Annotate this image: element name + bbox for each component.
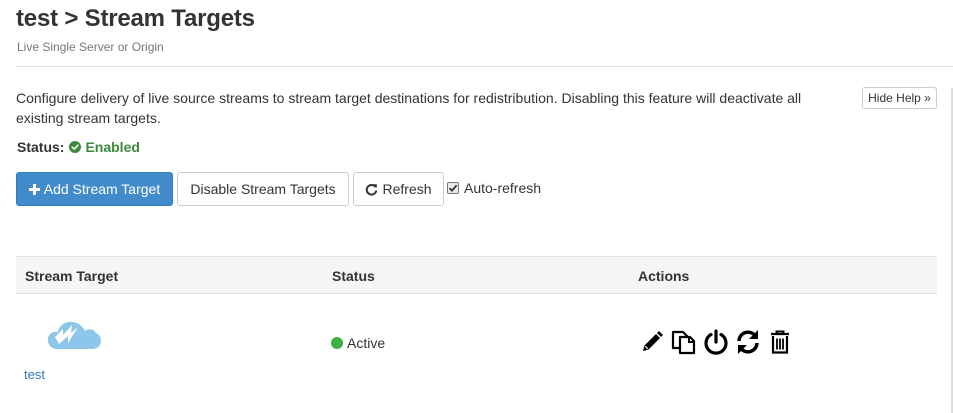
add-stream-target-label: Add Stream Target <box>43 181 161 197</box>
column-header-status: Status <box>332 268 375 284</box>
power-icon[interactable] <box>700 328 732 356</box>
status-value: Enabled <box>85 139 140 155</box>
status-label: Status: <box>17 139 65 155</box>
table-header: Stream Target Status Actions <box>16 256 937 294</box>
page-title: test > Stream Targets <box>16 5 255 32</box>
wowza-cloud-icon <box>47 321 101 349</box>
plus-icon <box>28 183 40 195</box>
title-divider <box>16 66 953 67</box>
column-header-actions: Actions <box>638 268 690 284</box>
column-header-stream-target: Stream Target <box>25 268 119 284</box>
add-stream-target-button[interactable]: Add Stream Target <box>16 172 173 206</box>
refresh-label: Refresh <box>382 181 432 197</box>
trash-icon[interactable] <box>764 328 796 356</box>
status-dot <box>331 337 343 349</box>
check-circle-icon <box>69 141 82 153</box>
help-text: Configure delivery of live source stream… <box>16 90 802 126</box>
refresh-button[interactable]: Refresh <box>353 172 444 206</box>
refresh-small-icon <box>365 183 378 196</box>
refresh-icon[interactable] <box>732 328 764 356</box>
auto-refresh-toggle[interactable]: Auto-refresh <box>447 180 541 196</box>
page-subtitle: Live Single Server or Origin <box>17 40 164 54</box>
row-actions <box>636 328 796 356</box>
copy-icon[interactable] <box>668 328 700 356</box>
auto-refresh-label: Auto-refresh <box>464 180 542 196</box>
disable-stream-targets-button[interactable]: Disable Stream Targets <box>177 172 349 206</box>
status-cell: Active <box>331 335 385 351</box>
auto-refresh-checkbox[interactable] <box>447 182 459 194</box>
edit-icon[interactable] <box>636 328 668 356</box>
stream-target-link[interactable]: test <box>24 367 45 382</box>
status-text: Active <box>347 335 386 351</box>
status-line: Status: Enabled <box>17 139 140 155</box>
hide-help-button[interactable]: Hide Help » <box>862 87 937 109</box>
